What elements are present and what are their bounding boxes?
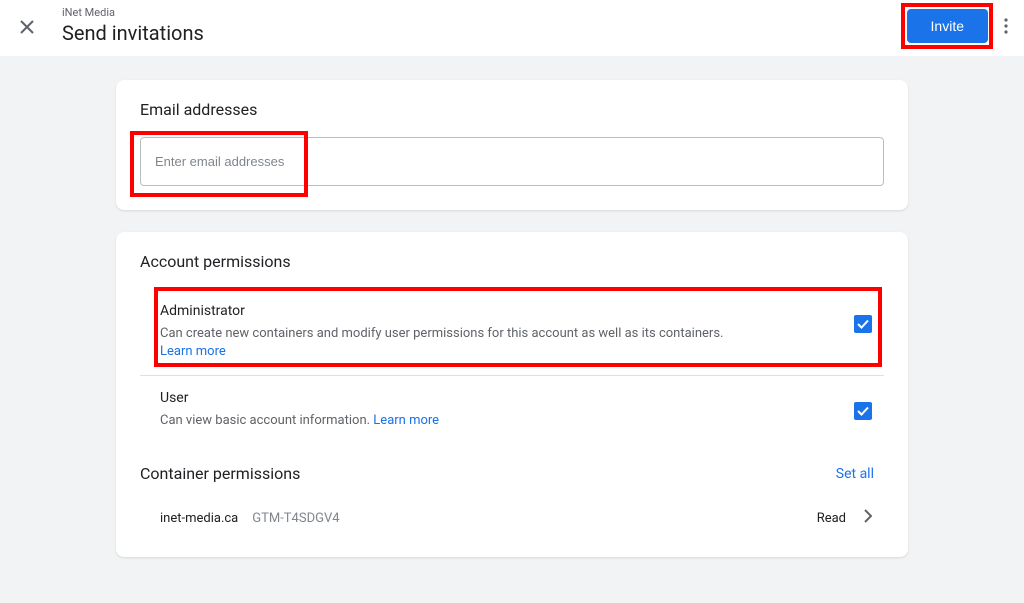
container-row[interactable]: inet-media.ca GTM-T4SDGV4 Read	[140, 491, 884, 537]
learn-more-link[interactable]: Learn more	[373, 413, 439, 428]
container-access: Read	[817, 511, 846, 526]
permissions-card: Account permissions Administrator Can cr…	[116, 232, 908, 557]
learn-more-link[interactable]: Learn more	[160, 344, 226, 359]
permission-info: User Can view basic account information.…	[160, 390, 854, 430]
container-name: inet-media.ca	[160, 511, 238, 526]
container-permissions-header: Container permissions Set all	[140, 464, 884, 483]
set-all-link[interactable]: Set all	[836, 466, 874, 482]
permission-name: User	[160, 390, 854, 406]
content: Email addresses Account permissions Admi…	[0, 56, 1024, 603]
permission-info: Administrator Can create new containers …	[160, 303, 854, 361]
email-input[interactable]	[140, 137, 884, 186]
email-card: Email addresses	[116, 80, 908, 210]
permission-group: Administrator Can create new containers …	[140, 289, 884, 444]
permission-row-admin[interactable]: Administrator Can create new containers …	[140, 289, 884, 376]
permission-desc: Can view basic account information. Lear…	[160, 412, 854, 430]
permission-desc-text: Can create new containers and modify use…	[160, 326, 723, 341]
header: iNet Media Send invitations Invite	[0, 0, 1024, 56]
container-permissions-title: Container permissions	[140, 464, 300, 483]
header-subtitle: iNet Media	[62, 6, 907, 20]
permission-desc: Can create new containers and modify use…	[160, 325, 854, 361]
page-title: Send invitations	[62, 20, 907, 46]
email-section-title: Email addresses	[140, 100, 884, 119]
permission-row-user[interactable]: User Can view basic account information.…	[140, 376, 884, 444]
close-icon[interactable]	[20, 18, 34, 39]
email-input-wrap	[140, 137, 884, 186]
chevron-right-icon[interactable]	[864, 509, 872, 527]
permission-desc-text: Can view basic account information.	[160, 413, 370, 428]
checkbox-admin[interactable]	[854, 315, 872, 333]
account-permissions-title: Account permissions	[140, 252, 884, 271]
more-menu-icon[interactable]	[1000, 10, 1012, 42]
header-titles: iNet Media Send invitations	[62, 6, 907, 46]
container-id: GTM-T4SDGV4	[252, 511, 816, 526]
permission-name: Administrator	[160, 303, 854, 319]
invite-button[interactable]: Invite	[907, 9, 988, 43]
checkbox-user[interactable]	[854, 402, 872, 420]
